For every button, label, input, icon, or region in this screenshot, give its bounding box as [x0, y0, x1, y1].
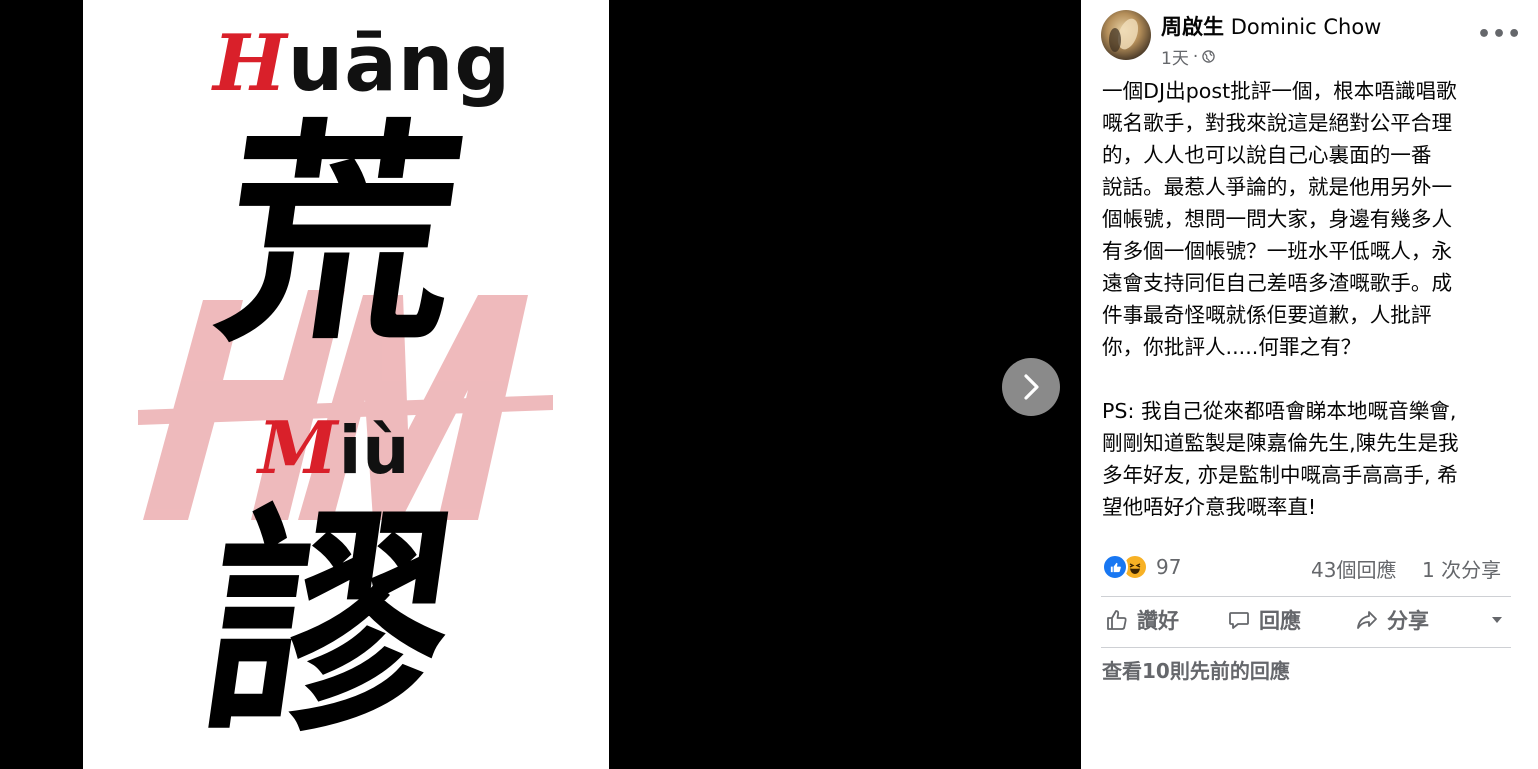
post-meta: 1天 · — [1161, 44, 1215, 69]
reaction-count: 97 — [1156, 555, 1182, 579]
pinyin-huang-rest: uāng — [287, 19, 512, 109]
pinyin-miu: Miù — [258, 405, 410, 490]
share-button[interactable]: 分享 — [1355, 605, 1429, 635]
post-time[interactable]: 1天 — [1161, 44, 1189, 69]
comment-button[interactable]: 回應 — [1227, 605, 1301, 635]
avatar-image — [1109, 18, 1139, 52]
like-reaction-icon — [1102, 554, 1128, 580]
post-panel: 周啟生 Dominic Chow 1天 · ••• 一個DJ出post批評一個，… — [1081, 0, 1538, 769]
audience-dropdown[interactable] — [1491, 615, 1503, 625]
pinyin-miu-capital: M — [258, 405, 339, 490]
thumbs-up-icon — [1107, 610, 1127, 630]
like-button[interactable]: 讚好 — [1105, 605, 1179, 635]
photo-viewer: Huāng 荒 Miù 謬 — [0, 0, 1081, 769]
comment-label: 回應 — [1259, 609, 1301, 633]
share-label: 分享 — [1387, 609, 1429, 633]
share-icon — [1357, 611, 1377, 629]
divider — [1101, 647, 1511, 648]
globe-icon — [1202, 50, 1215, 63]
divider — [1101, 596, 1511, 597]
pinyin-miu-rest: iù — [338, 412, 411, 489]
shares-count[interactable]: 1 次分享 — [1422, 554, 1501, 583]
poster-image: Huāng 荒 Miù 謬 — [83, 0, 609, 769]
view-previous-comments[interactable]: 查看10則先前的回應 — [1102, 655, 1290, 684]
avatar[interactable] — [1101, 10, 1151, 60]
post-body: 一個DJ出post批評一個，根本唔識唱歌 嘅名歌手，對我來說這是絕對公平合理 的… — [1102, 79, 1459, 519]
comment-icon — [1229, 612, 1249, 629]
pinyin-huang: Huāng — [213, 18, 511, 109]
pinyin-huang-capital: H — [213, 18, 288, 109]
caret-down-icon — [1492, 617, 1502, 623]
more-icon: ••• — [1477, 22, 1523, 47]
poster-character-miu: 謬 — [188, 485, 468, 765]
like-label: 讚好 — [1137, 609, 1179, 633]
author-name[interactable]: 周啟生 Dominic Chow — [1161, 11, 1381, 41]
action-bar: 讚好 回應 分享 — [1101, 605, 1521, 635]
comments-count[interactable]: 43個回應 — [1311, 554, 1396, 583]
next-photo-button[interactable] — [1002, 358, 1060, 416]
author-name-en[interactable]: Dominic Chow — [1231, 15, 1382, 39]
meta-separator: · — [1192, 46, 1199, 67]
chevron-right-icon — [1024, 374, 1039, 400]
reactions-summary[interactable]: 97 — [1102, 554, 1181, 580]
author-name-zh[interactable]: 周啟生 — [1161, 15, 1224, 39]
more-options-button[interactable]: ••• — [1477, 22, 1522, 47]
poster-character-huang: 荒 — [203, 101, 478, 374]
